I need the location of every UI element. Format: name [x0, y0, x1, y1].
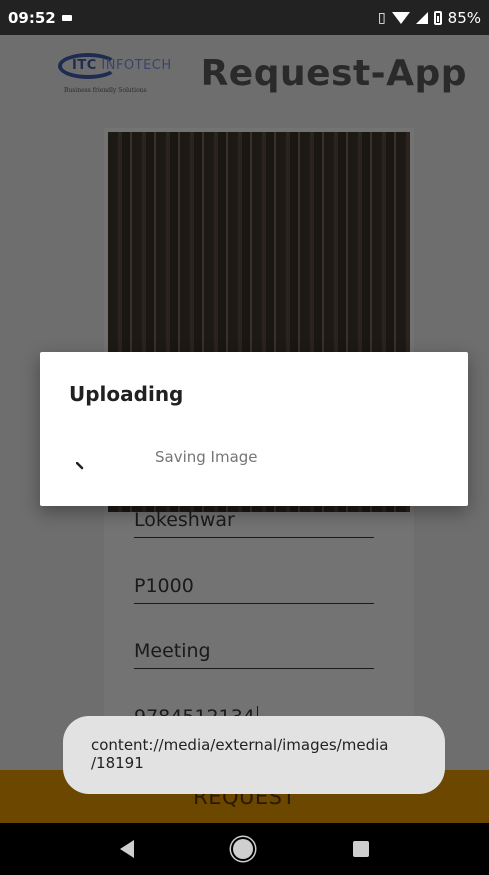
logo-tagline: Business friendly Solutions: [64, 87, 147, 94]
back-icon[interactable]: [119, 840, 134, 858]
employee-id-field[interactable]: P1000: [134, 564, 374, 604]
purpose-field-value: Meeting: [134, 640, 211, 662]
status-left: 09:52: [8, 9, 72, 27]
status-right: ▯ 85%: [378, 9, 481, 27]
wifi-icon: [391, 11, 410, 24]
name-field-value: Lokeshwar: [134, 509, 235, 531]
toast-text: content://media/external/images/media /1…: [91, 736, 389, 772]
progress-spinner-icon: [76, 462, 84, 470]
dialog-title: Uploading: [69, 382, 184, 406]
logo-text: ITC INFOTECH: [72, 58, 172, 73]
home-icon[interactable]: [233, 839, 254, 859]
battery-percent: 85%: [447, 8, 481, 27]
recents-icon[interactable]: [353, 841, 370, 857]
vibrate-icon: ▯: [377, 9, 386, 26]
status-bar: 09:52 ▯ 85%: [0, 0, 489, 35]
uploading-dialog: Uploading Saving Image: [40, 352, 468, 506]
dialog-message: Saving Image: [155, 448, 258, 466]
app-title: Request-App: [200, 53, 467, 94]
logo-text-bold: ITC: [72, 58, 97, 73]
navigation-bar: [0, 823, 489, 875]
employee-id-field-value: P1000: [134, 575, 194, 597]
notification-icon: [61, 14, 72, 21]
status-time: 09:52: [8, 8, 56, 27]
signal-icon: [415, 11, 428, 24]
battery-icon: [433, 10, 442, 25]
purpose-field[interactable]: Meeting: [134, 629, 374, 669]
app-header: ITC INFOTECH Business friendly Solutions…: [0, 35, 489, 120]
logo-text-light: INFOTECH: [96, 58, 172, 73]
company-logo: ITC INFOTECH Business friendly Solutions: [50, 45, 190, 115]
toast-message: content://media/external/images/media /1…: [63, 716, 445, 794]
